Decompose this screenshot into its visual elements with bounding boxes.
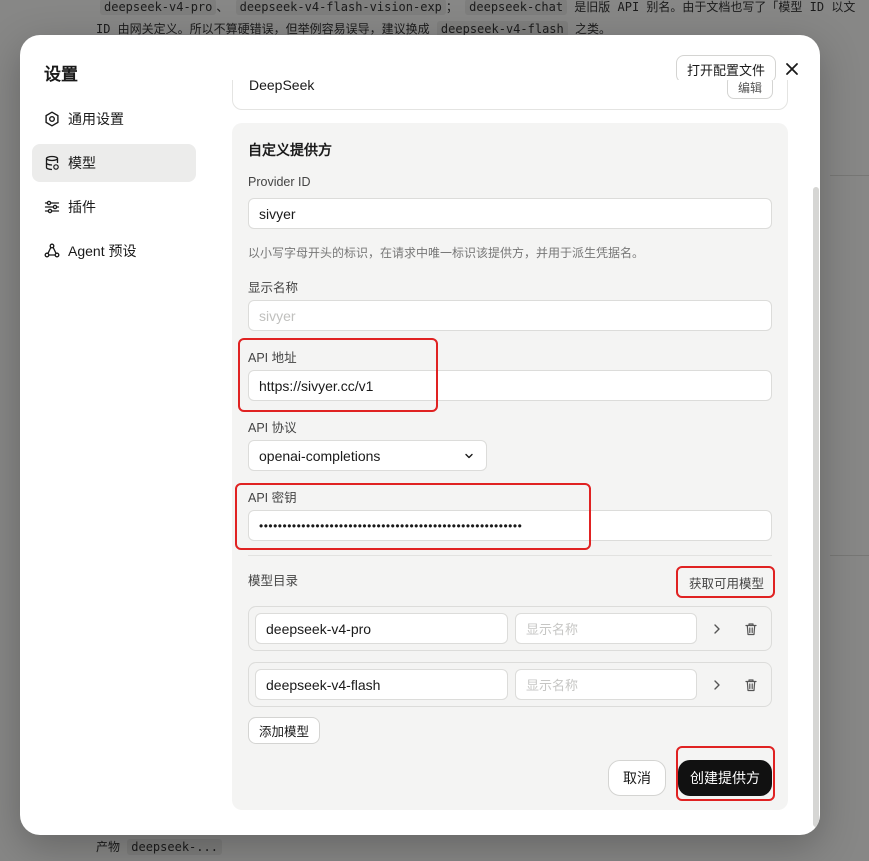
- sidebar-item-models[interactable]: 模型: [32, 144, 196, 182]
- display-name-input[interactable]: sivyer: [248, 300, 772, 331]
- model-display-name-input[interactable]: 显示名称: [515, 613, 697, 644]
- api-url-label: API 地址: [248, 351, 297, 365]
- trash-icon[interactable]: [743, 621, 759, 637]
- sidebar-item-label: 通用设置: [68, 111, 124, 127]
- chevron-right-icon[interactable]: [709, 621, 725, 637]
- chevron-down-icon: [465, 453, 473, 458]
- content-scrollbar[interactable]: [812, 187, 820, 827]
- add-model-button[interactable]: 添加模型: [248, 717, 321, 744]
- gear-icon: [45, 111, 59, 127]
- agent-icon: [44, 243, 60, 258]
- provider-id-label: Provider ID: [248, 175, 311, 189]
- sidebar-item-general[interactable]: 通用设置: [32, 100, 196, 138]
- section-title: 自定义提供方: [248, 142, 332, 158]
- close-button[interactable]: [780, 57, 804, 81]
- api-key-input[interactable]: ••••••••••••••••••••••••••••••••••••••••…: [248, 510, 772, 541]
- provider-id-helper: 以小写字母开头的标识，在请求中唯一标识该提供方，并用于派生凭据名。: [248, 246, 645, 260]
- create-provider-button[interactable]: 创建提供方: [678, 760, 772, 796]
- sidebar-item-agent-presets[interactable]: Agent 预设: [32, 232, 196, 270]
- provider-id-input[interactable]: sivyer: [248, 198, 772, 229]
- sidebar-item-plugins[interactable]: 插件: [32, 188, 196, 226]
- display-name-label: 显示名称: [248, 281, 299, 295]
- chevron-right-icon[interactable]: [709, 677, 725, 693]
- sidebar-item-label: 模型: [68, 155, 96, 171]
- scrollbar-thumb[interactable]: [813, 187, 819, 827]
- model-display-name-input[interactable]: 显示名称: [515, 669, 697, 700]
- trash-icon[interactable]: [743, 677, 759, 693]
- fetch-models-button[interactable]: 获取可用模型: [681, 570, 772, 594]
- model-id-input[interactable]: deepseek-v4-flash: [255, 669, 508, 700]
- model-row: deepseek-v4-pro 显示名称: [248, 606, 772, 651]
- model-row: deepseek-v4-flash 显示名称: [248, 662, 772, 707]
- api-protocol-select[interactable]: openai-completions: [248, 440, 487, 471]
- database-icon: [45, 155, 59, 171]
- settings-content: DeepSeek 编辑 自定义提供方 Provider ID sivyer 以小…: [232, 80, 788, 835]
- model-catalog-label: 模型目录: [248, 574, 299, 588]
- api-key-label: API 密钥: [248, 491, 297, 505]
- settings-dialog: 设置 打开配置文件 通用设置 模型 插件 Agent 预设 DeepSeek 编…: [20, 35, 820, 835]
- edit-provider-button[interactable]: 编辑: [727, 80, 773, 99]
- api-protocol-label: API 协议: [248, 421, 297, 435]
- custom-provider-form: 自定义提供方 Provider ID sivyer 以小写字母开头的标识，在请求…: [232, 123, 788, 810]
- api-url-input[interactable]: https://sivyer.cc/v1: [248, 370, 772, 401]
- dialog-title: 设置: [44, 65, 78, 84]
- model-id-input[interactable]: deepseek-v4-pro: [255, 613, 508, 644]
- cancel-button[interactable]: 取消: [608, 760, 666, 796]
- sidebar-item-label: Agent 预设: [68, 243, 137, 259]
- api-protocol-value: openai-completions: [259, 447, 381, 464]
- settings-sidebar: 通用设置 模型 插件 Agent 预设: [32, 100, 196, 276]
- close-icon: [786, 63, 798, 75]
- sliders-icon: [44, 200, 60, 214]
- provider-name: DeepSeek: [249, 80, 315, 93]
- open-config-file-button[interactable]: 打开配置文件: [676, 55, 777, 83]
- sidebar-item-label: 插件: [68, 199, 96, 215]
- provider-card-deepseek: DeepSeek 编辑: [232, 80, 788, 110]
